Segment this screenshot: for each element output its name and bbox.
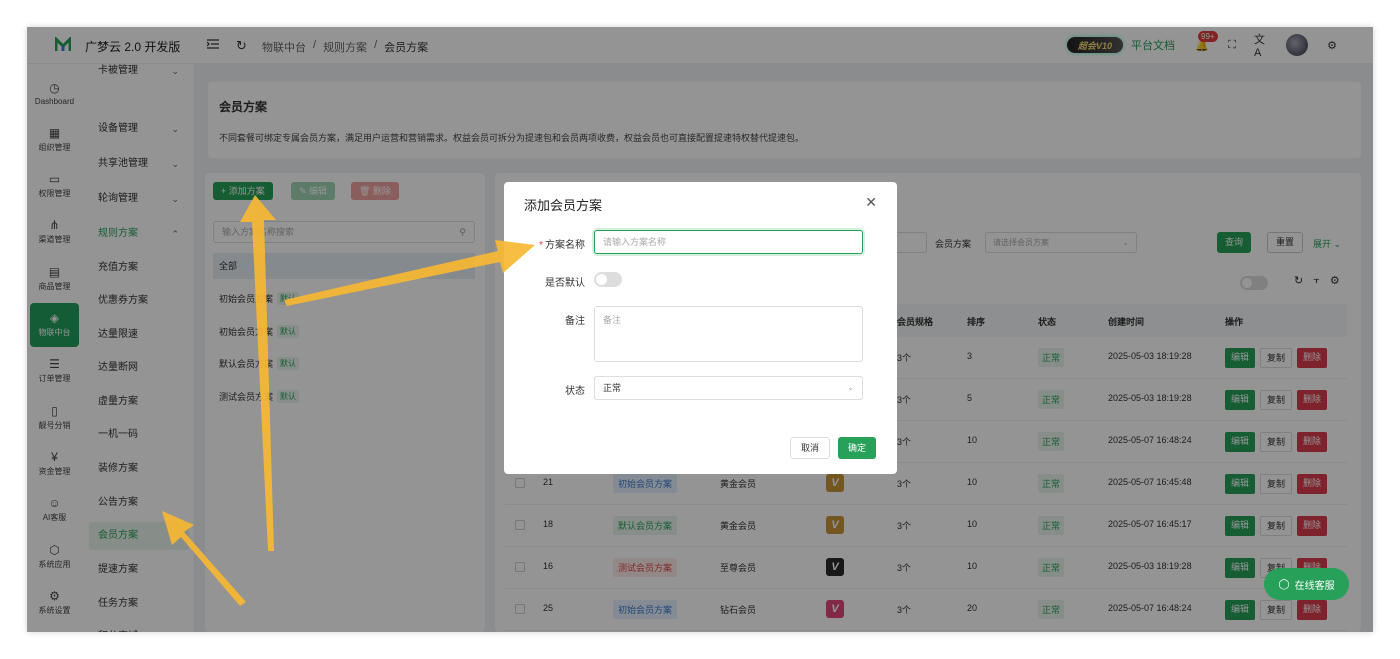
add-plan-dialog: 添加会员方案 ✕ * 方案名称 请输入方案名称 是否默认 备注 备注 状态 正常 ⌄… [504,182,897,474]
chat-label: 在线客服 [1294,580,1335,592]
chevron-down-icon: ⌄ [847,383,854,392]
required-mark: * [539,240,543,251]
status-value: 正常 [603,383,622,393]
remark-placeholder: 备注 [603,315,622,325]
name-label: * 方案名称 [539,236,585,251]
default-label: 是否默认 [545,278,585,289]
close-icon[interactable]: ✕ [865,194,877,211]
status-select[interactable]: 正常 ⌄ [594,376,863,400]
plan-name-placeholder: 请输入方案名称 [603,237,667,247]
chat-bubble-icon: ◯ [1278,578,1290,590]
default-switch[interactable] [594,272,622,287]
remark-label: 备注 [565,316,585,327]
cancel-button[interactable]: 取消 [790,437,831,459]
remark-textarea[interactable]: 备注 [594,306,863,362]
app-window: 广梦云 2.0 开发版 ↻ 物联中台 / 规则方案 / 会员方案 超会V10 平台文… [27,27,1373,632]
plan-name-input[interactable]: 请输入方案名称 [594,230,863,254]
dialog-title: 添加会员方案 [524,198,603,213]
chat-button[interactable]: ◯ 在线客服 [1264,568,1349,600]
status-label: 状态 [565,386,585,397]
confirm-button[interactable]: 确定 [838,437,877,459]
name-label-text: 方案名称 [545,240,585,251]
